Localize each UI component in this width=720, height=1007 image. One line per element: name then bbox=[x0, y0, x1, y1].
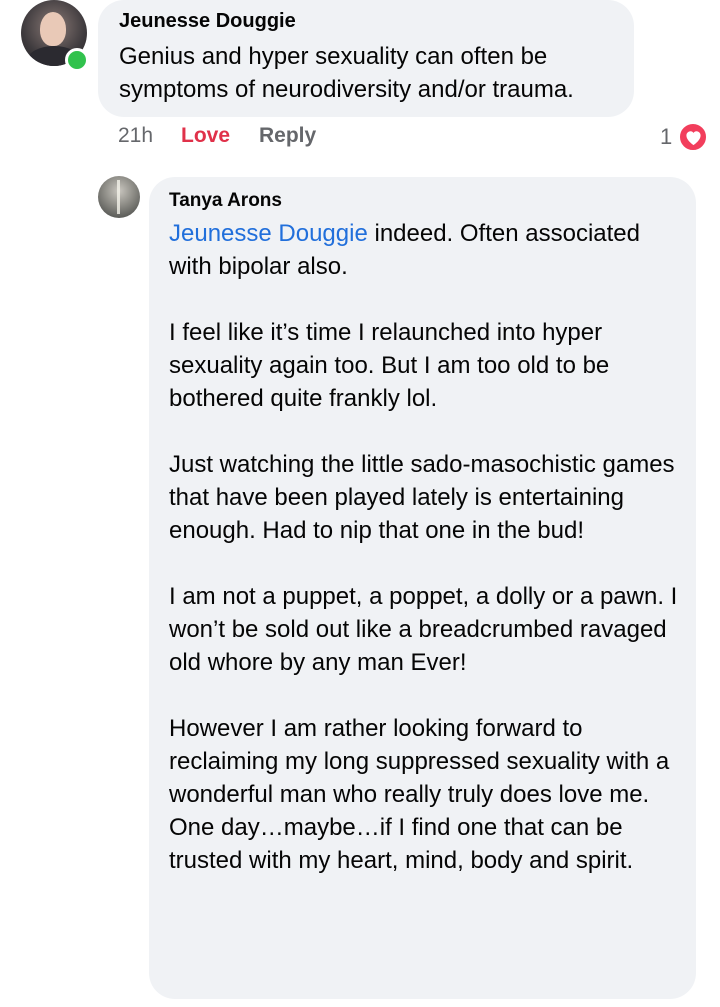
reaction-count: 1 bbox=[660, 124, 673, 149]
comment-text: Genius and hyper sexuality can often be … bbox=[119, 43, 574, 103]
reply-text: Jeunesse Douggie indeed. Often associate… bbox=[169, 217, 681, 877]
love-reaction-button[interactable]: Love bbox=[181, 124, 230, 148]
reply-paragraph: Just watching the little sado-masochisti… bbox=[169, 451, 675, 544]
reply-paragraph: However I am rather looking forward to r… bbox=[169, 715, 670, 874]
reply-button[interactable]: Reply bbox=[259, 124, 316, 148]
comment-timestamp[interactable]: 21h bbox=[118, 124, 153, 148]
online-status-dot bbox=[65, 48, 89, 72]
avatar-tanya-arons[interactable] bbox=[98, 176, 140, 218]
reply-paragraph: I am not a puppet, a poppet, a dolly or … bbox=[169, 583, 678, 676]
avatar-light-flare bbox=[117, 180, 120, 214]
reply-paragraph: I feel like it’s time I relaunched into … bbox=[169, 319, 610, 412]
mention-link[interactable]: Jeunesse Douggie bbox=[169, 220, 368, 247]
heart-icon bbox=[678, 122, 708, 152]
reply-author-name[interactable]: Tanya Arons bbox=[169, 190, 282, 212]
reply-paragraph: Jeunesse Douggie indeed. Often associate… bbox=[169, 217, 681, 283]
avatar-face bbox=[40, 12, 66, 46]
comment-author-name[interactable]: Jeunesse Douggie bbox=[119, 10, 296, 33]
